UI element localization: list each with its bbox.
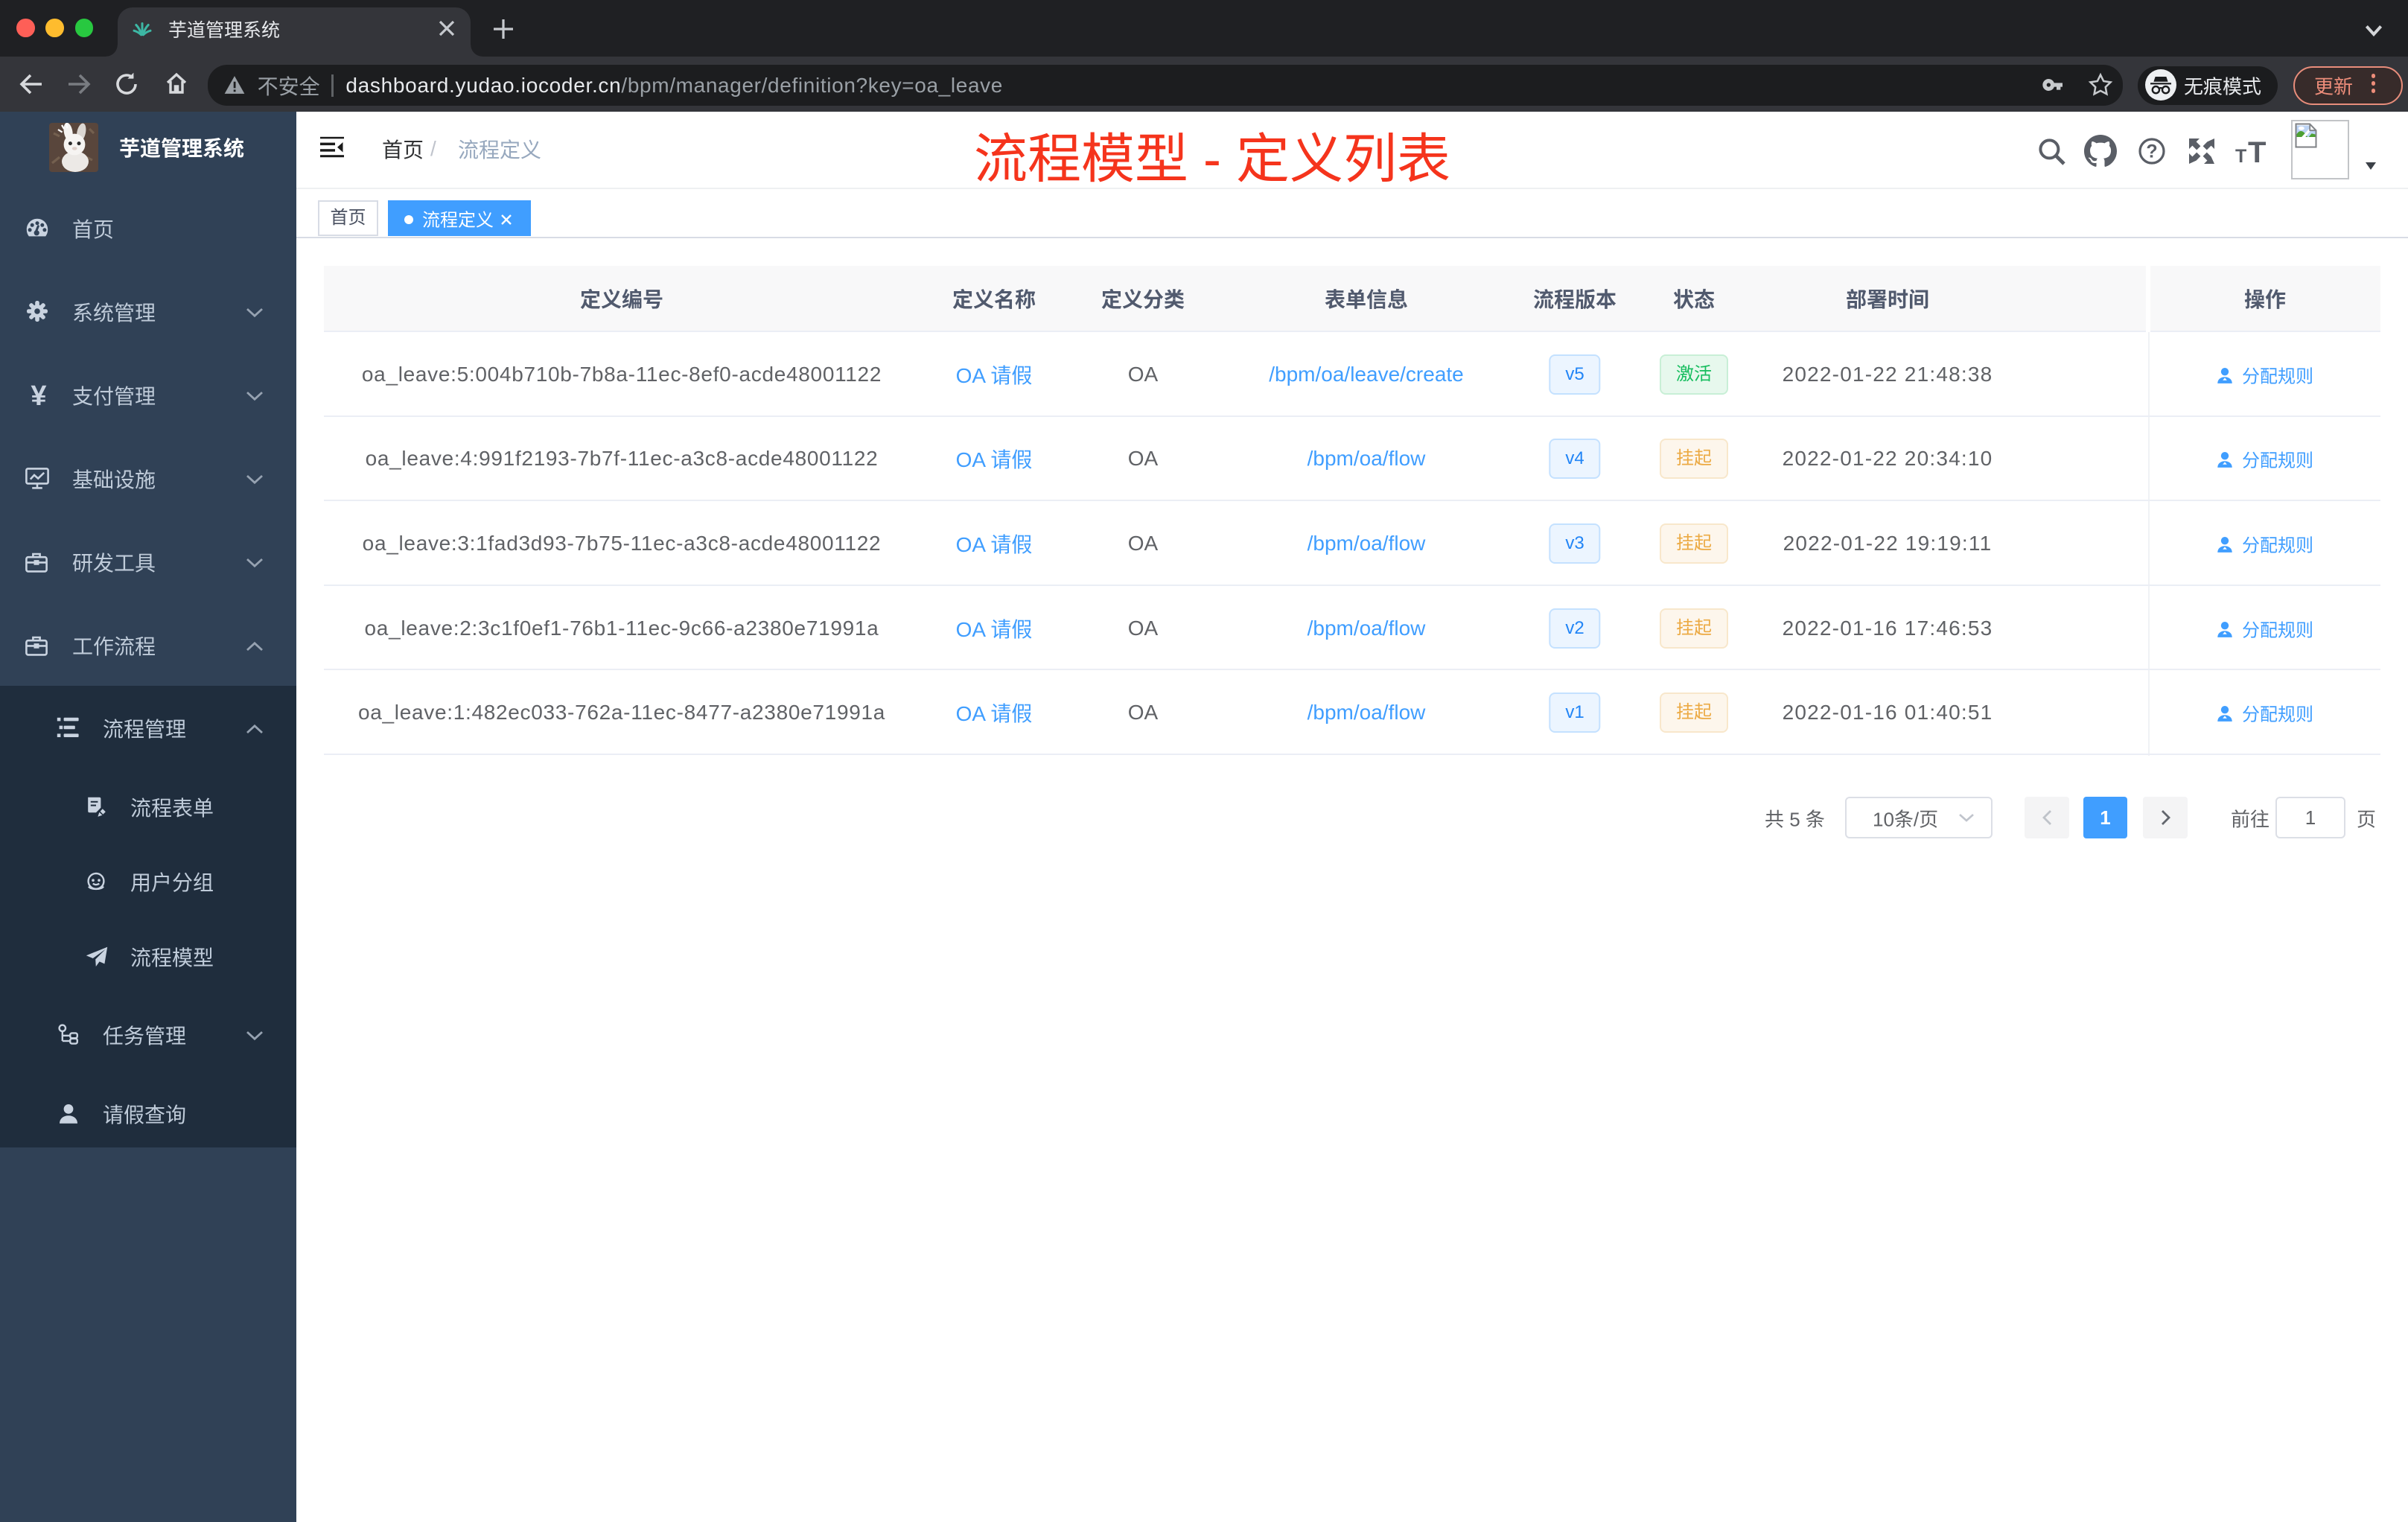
svg-text:T: T: [2235, 146, 2246, 166]
svg-text:T: T: [2248, 138, 2266, 166]
svg-text:?: ?: [2146, 141, 2157, 162]
